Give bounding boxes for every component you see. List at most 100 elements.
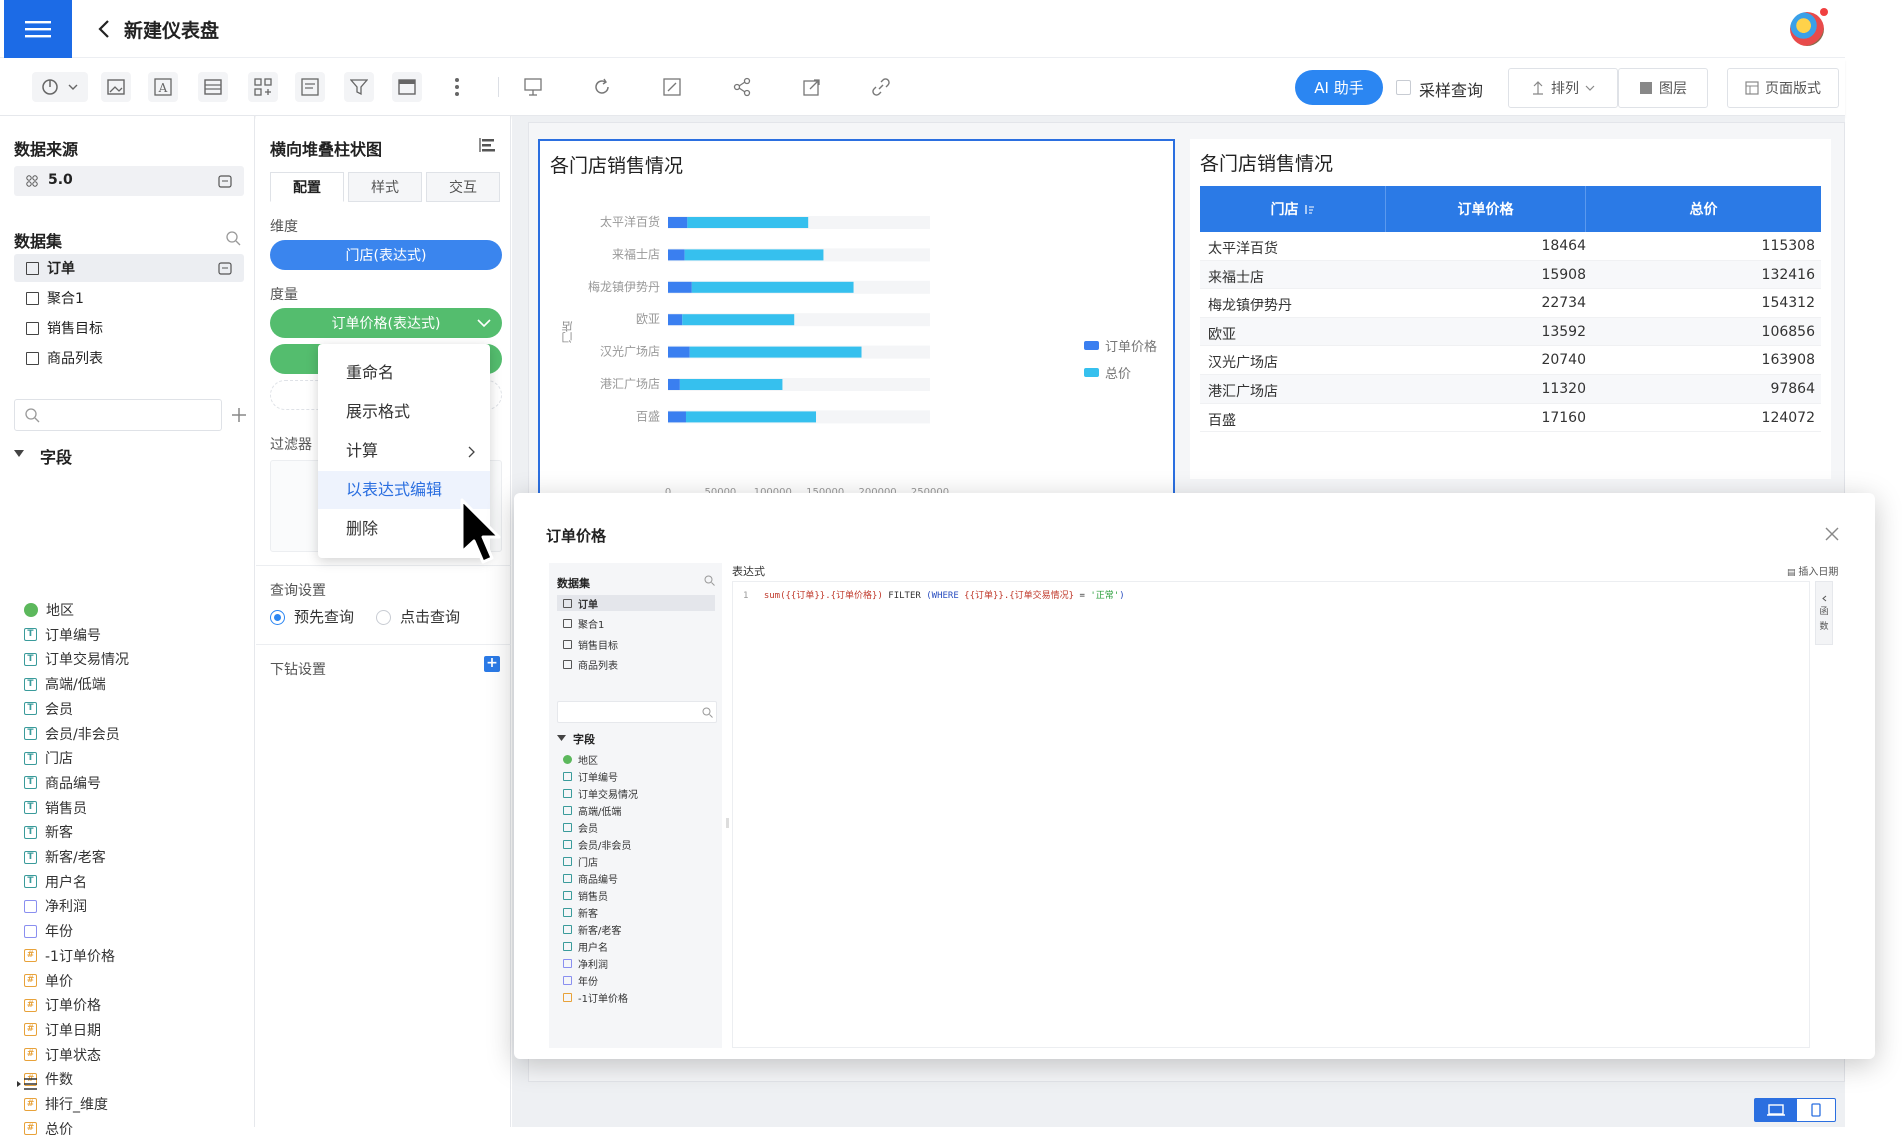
page-layout-button[interactable]: 页面版式: [1727, 68, 1839, 108]
search-icon[interactable]: [704, 575, 715, 586]
field-item[interactable]: # -1订单价格: [24, 944, 115, 968]
field-item[interactable]: 地区: [24, 598, 74, 622]
table-row[interactable]: 港汇广场店 11320 97864: [1200, 375, 1821, 404]
chart-type-icon[interactable]: [478, 136, 496, 154]
fullscreen-icon[interactable]: [657, 72, 687, 102]
component-icon[interactable]: [248, 72, 278, 102]
field-item[interactable]: T 订单交易情况: [24, 647, 129, 671]
container-icon[interactable]: [198, 72, 228, 102]
dialog-field-item[interactable]: 销售员: [563, 887, 608, 903]
field-item[interactable]: 净利润: [24, 894, 87, 918]
bar-segment[interactable]: [689, 346, 862, 358]
add-icon[interactable]: [231, 407, 247, 423]
layer-button[interactable]: 图层: [1618, 68, 1708, 108]
legend-item[interactable]: 总价: [1084, 363, 1131, 382]
avatar[interactable]: [1790, 12, 1824, 46]
caret-down-icon[interactable]: [557, 735, 566, 742]
more-icon[interactable]: [442, 72, 472, 102]
dialog-field-item[interactable]: 会员: [563, 819, 598, 835]
function-tab[interactable]: 函 数: [1815, 581, 1833, 645]
click-query-radio[interactable]: [376, 610, 391, 625]
bar-segment[interactable]: [682, 314, 795, 326]
field-item[interactable]: T 新客: [24, 820, 73, 844]
bar-segment[interactable]: [668, 411, 686, 423]
menu-button[interactable]: [4, 0, 72, 58]
field-item[interactable]: T 商品编号: [24, 771, 101, 795]
export-icon[interactable]: [797, 72, 827, 102]
dialog-field-item[interactable]: 地区: [563, 751, 598, 767]
bar-segment[interactable]: [668, 314, 683, 326]
resize-handle[interactable]: [726, 818, 729, 828]
menu-item-format[interactable]: 展示格式: [318, 393, 490, 431]
link-icon[interactable]: [866, 72, 896, 102]
field-search-input[interactable]: [14, 399, 222, 431]
table-row[interactable]: 来福士店 15908 132416: [1200, 260, 1821, 290]
field-item[interactable]: # 总价: [24, 1117, 73, 1141]
dialog-field-item[interactable]: 订单交易情况: [563, 785, 638, 801]
field-item[interactable]: T 高端/低端: [24, 672, 106, 696]
dialog-field-item[interactable]: 订单编号: [563, 768, 618, 784]
table-row[interactable]: 梅龙镇伊势丹 22734 154312: [1200, 289, 1821, 318]
preview-icon[interactable]: [518, 72, 548, 102]
dialog-field-item[interactable]: 高端/低端: [563, 802, 621, 818]
dialog-field-item[interactable]: 会员/非会员: [563, 836, 631, 852]
dialog-field-item[interactable]: 净利润: [563, 955, 608, 971]
dataset-item-products[interactable]: 商品列表: [14, 344, 244, 372]
dataset-item-orders[interactable]: 订单: [14, 254, 244, 282]
form-icon[interactable]: [295, 72, 325, 102]
sample-query-checkbox[interactable]: [1396, 80, 1411, 95]
bar-segment[interactable]: [684, 249, 824, 261]
add-drill-button[interactable]: +: [484, 656, 500, 672]
filter-icon[interactable]: [344, 72, 374, 102]
bar-segment[interactable]: [668, 249, 685, 261]
column-header-store[interactable]: 门店: [1200, 186, 1386, 232]
bar-segment[interactable]: [668, 379, 680, 390]
field-item[interactable]: # 单价: [24, 969, 73, 993]
field-item[interactable]: # 订单价格: [24, 993, 101, 1017]
image-icon[interactable]: [101, 72, 131, 102]
chevron-down-icon[interactable]: [477, 319, 491, 328]
column-header-total[interactable]: 总价: [1586, 186, 1821, 232]
table-icon[interactable]: [392, 72, 422, 102]
tab-interaction[interactable]: 交互: [426, 172, 500, 202]
table-row[interactable]: 太平洋百货 18464 115308: [1200, 232, 1821, 261]
bar-segment[interactable]: [668, 281, 692, 293]
mobile-view-button[interactable]: [1797, 1099, 1835, 1121]
measure-pill[interactable]: 订单价格(表达式): [270, 308, 502, 338]
dialog-dataset-item[interactable]: 订单: [557, 595, 715, 611]
prefetch-radio[interactable]: [270, 610, 285, 625]
dialog-field-item[interactable]: -1订单价格: [563, 989, 628, 1005]
dialog-field-item[interactable]: 年份: [563, 972, 598, 988]
refresh-icon[interactable]: [587, 72, 617, 102]
field-item[interactable]: T 门店: [24, 746, 73, 770]
field-item[interactable]: # 订单日期: [24, 1018, 101, 1042]
dialog-dataset-item[interactable]: 聚合1: [563, 615, 604, 631]
indent-icon[interactable]: [16, 1076, 38, 1092]
field-item[interactable]: # 订单状态: [24, 1043, 101, 1067]
bar-segment[interactable]: [668, 346, 690, 358]
caret-down-icon[interactable]: [13, 449, 25, 459]
column-header-order-price[interactable]: 订单价格: [1386, 186, 1586, 232]
dataset-item-target[interactable]: 销售目标: [14, 314, 244, 342]
add-chart-icon[interactable]: [32, 72, 88, 102]
field-item[interactable]: T 订单编号: [24, 623, 101, 647]
table-row[interactable]: 汉光广场店 20740 163908: [1200, 346, 1821, 375]
expression-editor[interactable]: 1 sum({{订单}}.{订单价格}) FILTER (WHERE {{订单}…: [732, 581, 1810, 1048]
ai-assistant-button[interactable]: AI 助手: [1295, 70, 1383, 105]
dialog-field-item[interactable]: 商品编号: [563, 870, 618, 886]
share-icon[interactable]: [727, 72, 757, 102]
bar-segment[interactable]: [685, 411, 817, 423]
menu-item-calculate[interactable]: 计算: [318, 432, 490, 470]
bar-segment[interactable]: [668, 217, 688, 228]
close-icon[interactable]: [1824, 526, 1840, 542]
edit-icon[interactable]: [218, 174, 232, 188]
dialog-field-item[interactable]: 门店: [563, 853, 598, 869]
sort-icon[interactable]: [1303, 203, 1315, 215]
dialog-dataset-item[interactable]: 商品列表: [563, 656, 618, 672]
bar-segment[interactable]: [691, 281, 854, 293]
search-icon[interactable]: [225, 230, 241, 246]
datasource-select[interactable]: 5.0: [14, 166, 244, 196]
field-item[interactable]: T 会员: [24, 697, 73, 721]
field-item[interactable]: T 会员/非会员: [24, 722, 120, 746]
field-item[interactable]: T 用户名: [24, 870, 87, 894]
